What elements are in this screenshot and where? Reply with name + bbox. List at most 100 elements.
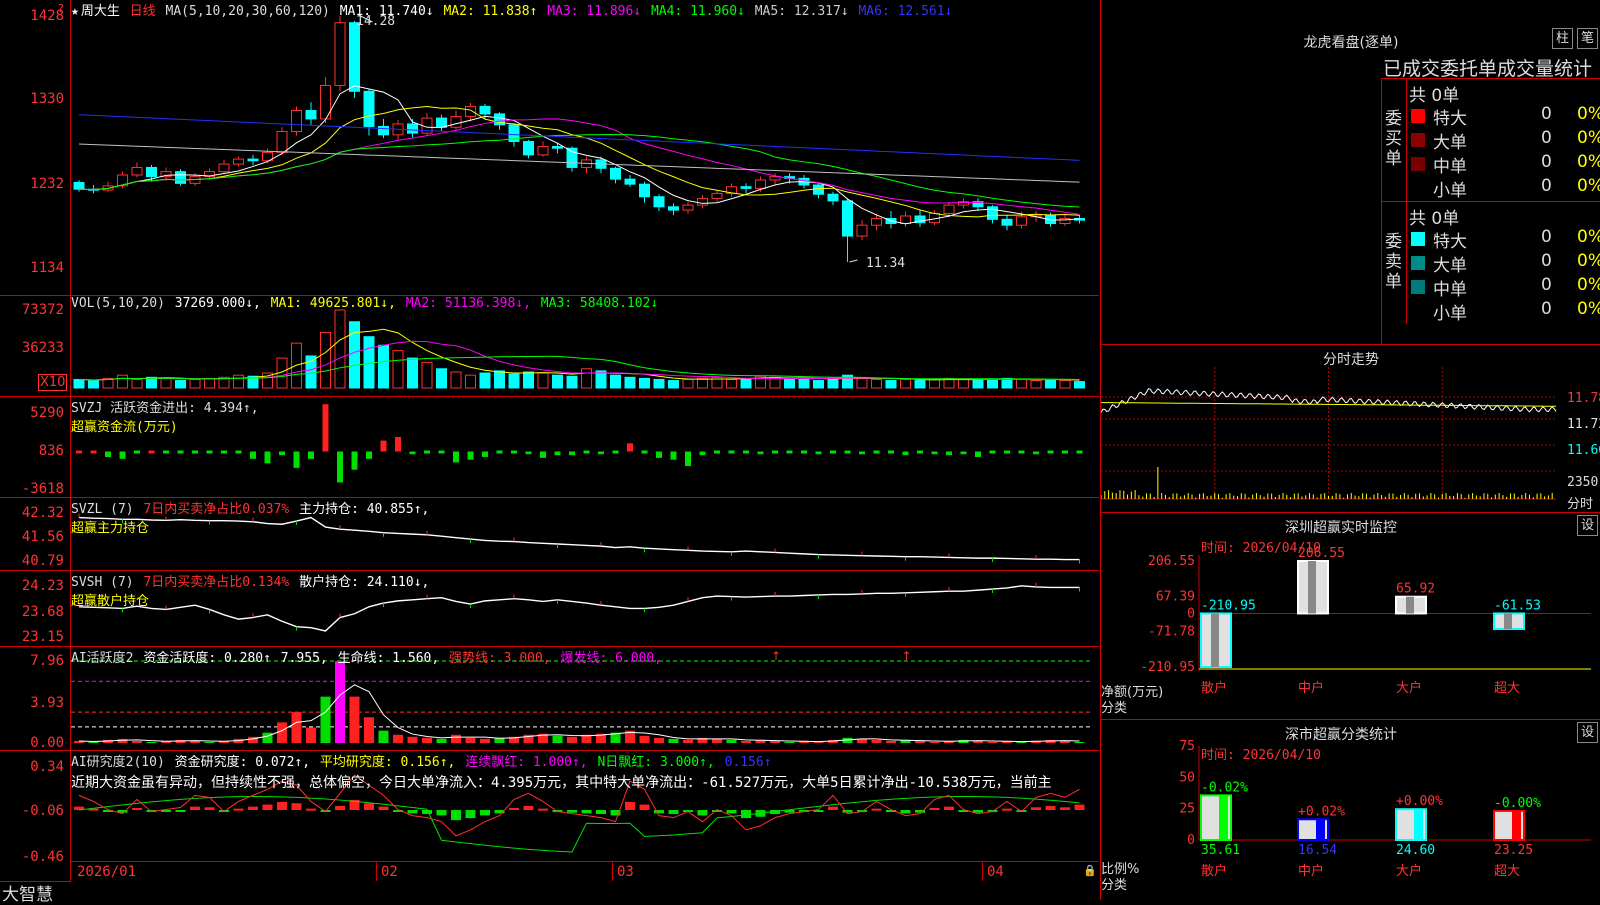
- ai-active-bar: [146, 741, 157, 743]
- candle-body: [842, 200, 853, 237]
- flow-bar: [279, 451, 285, 456]
- swatch-icon: [1411, 109, 1425, 123]
- kline-marker: ?: [58, 2, 64, 15]
- flow-bar: [656, 451, 662, 458]
- ai-active-bar: [277, 722, 287, 743]
- bar-mode-button[interactable]: 柱: [1552, 28, 1574, 49]
- buy-row-l: 大单00%: [1407, 128, 1600, 153]
- vol-bar: [856, 377, 868, 389]
- ai-research-legend: AI研究度2(10) 资金研究度: 0.072↑, 平均研究度: 0.156↑,…: [71, 751, 1052, 792]
- flow-bar: [902, 451, 909, 456]
- ai-research-consec: 连续飘红: 1.000↑,: [465, 755, 588, 770]
- candle-body: [363, 90, 375, 127]
- ai-research-y-tick: 0.34: [30, 759, 64, 775]
- svzl-ratio: 7日内买卖净占比0.037%: [143, 502, 290, 517]
- swatch-icon: [1411, 256, 1425, 270]
- flow-dash: [728, 450, 735, 454]
- vol-bar: [189, 378, 201, 389]
- ai-research-bar: [378, 806, 389, 810]
- sz-monitor-bar-shade: [1211, 613, 1219, 667]
- candle-body: [610, 167, 621, 180]
- ma6-value: MA6: 12.561↓: [858, 4, 953, 19]
- flow-dash: [438, 450, 445, 454]
- svzj-y-axis: 5290 836 -3618: [0, 397, 71, 498]
- ai-research-bar: [262, 804, 273, 810]
- candle-body: [856, 224, 868, 237]
- ai-active-bar: [349, 696, 360, 743]
- sell-row-xl: 特大00%: [1407, 227, 1600, 252]
- ai-research-bar: [538, 808, 548, 811]
- flow-dash: [177, 450, 184, 454]
- ai-research-bar: [596, 810, 606, 815]
- svzl-pane[interactable]: SVZL (7) 7日内买卖净占比0.037% 主力持仓: 40.855↑, 超…: [71, 498, 1099, 571]
- vol-pane[interactable]: VOL(5,10,20) 37269.000↓, MA1: 49625.801↓…: [71, 296, 1099, 397]
- ma-params: MA(5,10,20,30,60,120): [165, 4, 330, 19]
- svzj-y-tick: 5290: [30, 405, 64, 421]
- flow-dash: [772, 450, 778, 454]
- vol-unit-badge: X10: [38, 374, 68, 391]
- flow-dash: [612, 450, 619, 454]
- flow-bar: [540, 451, 546, 458]
- sell-row-s: 小单00%: [1433, 299, 1600, 324]
- candle-body: [682, 204, 694, 211]
- sz-class-value-label: 23.25: [1494, 843, 1533, 858]
- candle-body: [813, 184, 824, 195]
- ai-research-last: 0.156↑: [724, 755, 772, 770]
- vol-bar: [566, 375, 578, 389]
- sell-total: 共 0单: [1409, 209, 1460, 229]
- period-label[interactable]: 日线: [130, 4, 156, 19]
- ai-active-bar: [639, 735, 650, 743]
- minute-panel[interactable]: 分时走势 11.78 11.72 11.66 2350 分时: [1100, 345, 1600, 513]
- lock-icon[interactable]: 🔒: [1083, 864, 1097, 877]
- sell-row-l: 大单00%: [1407, 251, 1600, 276]
- ai-research-avg: 平均研究度: 0.156↑,: [319, 755, 456, 770]
- svzj-legend: SVZJ 活跃资金进出: 4.394↑, 超赢资金流(万元): [71, 397, 259, 435]
- vol-bar: [523, 371, 534, 389]
- ai-research-bar: [451, 810, 461, 821]
- svzl-y-tick: 41.56: [21, 529, 64, 545]
- candle-body: [755, 179, 766, 189]
- sell-side-label: 委卖单: [1382, 202, 1407, 324]
- kline-pane[interactable]: ★ 周大生 日线 MA(5,10,20,30,60,120) MA1: 11.74…: [71, 0, 1099, 296]
- ai-active-pane[interactable]: ↑ ↑ AI活跃度2 资金活跃度: 0.280↑ 7.955, 生命线: 1.56…: [71, 647, 1099, 751]
- ai-active-bar: [335, 661, 345, 743]
- svsh-prefix: SVSH (7): [71, 575, 134, 590]
- sz-class-change-label: -0.00%: [1494, 796, 1541, 811]
- ai-research-prefix: AI研究度2(10): [71, 755, 165, 770]
- candle-body: [334, 22, 346, 86]
- svsh-legend: SVSH (7) 7日内买卖净占比0.134% 散户持仓: 24.110↓, 超…: [71, 571, 431, 609]
- ai-research-bar: [654, 810, 664, 814]
- tick-mode-button[interactable]: 笔: [1577, 28, 1599, 49]
- flow-dash: [90, 450, 97, 454]
- ai-research-pane[interactable]: AI研究度2(10) 资金研究度: 0.072↑, 平均研究度: 0.156↑,…: [71, 751, 1099, 881]
- candle-body: [537, 146, 549, 156]
- ai-research-bar: [842, 810, 853, 813]
- kline-chart: [73, 15, 1085, 263]
- sz-class-panel[interactable]: 深市超赢分类统计 设 时间: 2026/04/10 75 50 25 0 -0.02% 3…: [1100, 720, 1600, 900]
- ai-active-arrow-icon: ↑: [902, 649, 912, 663]
- vol-bar: [972, 380, 984, 389]
- sz-monitor-y-tick: 206.55: [1148, 554, 1195, 569]
- vol-bar: [334, 309, 346, 389]
- ai-research-y-tick: -0.06: [21, 803, 64, 819]
- svsh-pane[interactable]: SVSH (7) 7日内买卖净占比0.134% 散户持仓: 24.110↓, 超…: [71, 571, 1099, 647]
- flow-dash: [206, 450, 213, 454]
- sz-monitor-bar-label: -210.95: [1201, 598, 1256, 613]
- candle-body: [305, 110, 317, 120]
- sz-class-value-label: 24.60: [1396, 843, 1435, 858]
- vol-bar: [1074, 381, 1085, 389]
- svzj-pane[interactable]: SVZJ 活跃资金进出: 4.394↑, 超赢资金流(万元): [71, 397, 1099, 498]
- vol-bar: [682, 378, 694, 389]
- ma5-value: MA5: 12.317↓: [754, 4, 849, 19]
- sz-class-y-tick: 25: [1179, 802, 1195, 817]
- flow-bar: [264, 451, 271, 464]
- ai-active-bar: [683, 739, 693, 743]
- sz-class-category: 大户: [1396, 863, 1422, 879]
- sell-row-m: 中单00%: [1407, 275, 1600, 300]
- sz-monitor-bar-shade: [1308, 561, 1316, 614]
- sz-monitor-bar-label: 65.92: [1396, 582, 1435, 597]
- flow-dash: [496, 450, 503, 454]
- ai-research-bar: [291, 803, 302, 810]
- sz-monitor-panel[interactable]: 深圳超赢实时监控 设 时间: 2026/04/10 206.55 67.39 0 -7…: [1100, 513, 1600, 720]
- flow-dash: [989, 450, 996, 454]
